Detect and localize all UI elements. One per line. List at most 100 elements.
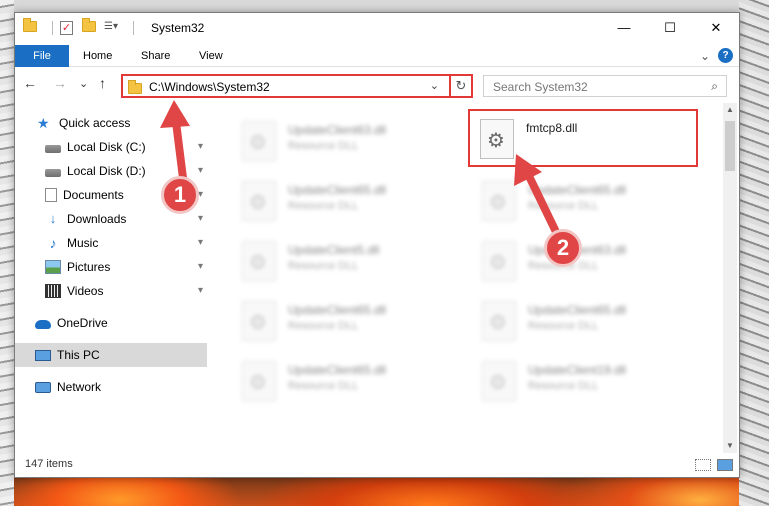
file-item[interactable]: UpdateClient65.dll Resource DLL — [472, 293, 702, 347]
minimize-button[interactable]: — — [601, 13, 647, 43]
file-item[interactable]: UpdateClient65.dll Resource DLL — [232, 353, 462, 407]
sidebar-item-label: Videos — [67, 284, 104, 298]
pin-icon: ▾ — [197, 285, 203, 296]
drive-icon — [45, 144, 61, 153]
ribbon-tabs: File Home Share View ⌄ ? — [15, 45, 739, 67]
scroll-down-icon[interactable]: ▼ — [723, 439, 737, 453]
onedrive-icon — [35, 320, 51, 329]
status-bar: 147 items — [15, 453, 739, 477]
expand-ribbon-icon[interactable]: ⌄ — [700, 49, 710, 63]
back-button[interactable]: ← — [23, 75, 37, 91]
file-type: Resource DLL — [288, 140, 359, 152]
computer-icon — [35, 349, 51, 361]
downloads-icon: ↓ — [49, 211, 57, 226]
address-bar[interactable]: C:\Windows\System32 ⌄ — [121, 74, 465, 98]
file-item[interactable]: UpdateClient65.dll Resource DLL — [232, 293, 462, 347]
pin-icon: ▾ — [197, 213, 203, 224]
file-name: UpdateClient5.dll — [288, 243, 380, 257]
folder-icon[interactable] — [23, 18, 39, 35]
pin-icon: ▾ — [197, 237, 203, 248]
pictures-icon — [45, 260, 61, 274]
up-button[interactable]: ↑ — [99, 75, 106, 91]
sidebar-item-network[interactable]: Network — [15, 375, 207, 399]
maximize-button[interactable]: ☐ — [647, 13, 693, 43]
file-item[interactable]: UpdateClient5.dll Resource DLL — [232, 233, 462, 287]
dll-file-icon — [242, 241, 276, 281]
tab-share[interactable]: Share — [129, 45, 182, 67]
file-item[interactable]: UpdateClient65.dll Resource DLL — [472, 173, 702, 227]
search-icon[interactable]: ⌕ — [711, 79, 718, 94]
sidebar-item-music[interactable]: ♪ Music ▾ — [15, 231, 207, 255]
title-bar: ✓ ☰▾ System32 — ☐ ✕ — [15, 13, 739, 43]
file-item-fmtcp8[interactable]: fmtcp8.dll — [468, 109, 698, 167]
sidebar-item-label: Pictures — [67, 260, 111, 274]
properties-icon[interactable]: ✓ — [60, 21, 76, 35]
tab-home[interactable]: Home — [71, 45, 124, 67]
file-type: Resource DLL — [288, 200, 359, 212]
sidebar-item-this-pc[interactable]: This PC — [15, 343, 207, 367]
file-explorer-window: ✓ ☰▾ System32 — ☐ ✕ File Home Share View… — [14, 12, 740, 478]
close-button[interactable]: ✕ — [693, 13, 739, 43]
vertical-scrollbar[interactable]: ▲ ▼ — [723, 103, 737, 453]
file-name: fmtcp8.dll — [526, 121, 578, 135]
forward-button[interactable]: → — [53, 75, 67, 91]
sidebar-item-quick-access[interactable]: ★ Quick access — [15, 111, 207, 135]
dll-file-icon — [482, 181, 516, 221]
file-name: UpdateClient65.dll — [528, 303, 627, 317]
file-name: UpdateClient65.dll — [288, 183, 387, 197]
file-item[interactable]: UpdateClient63.dll Resource DLL — [472, 233, 702, 287]
sidebar-item-local-disk-c[interactable]: Local Disk (C:) ▾ — [15, 135, 207, 159]
window-title: System32 — [151, 21, 205, 35]
file-name: UpdateClient65.dll — [288, 363, 387, 377]
step-1-badge: 1 — [161, 176, 199, 214]
recent-locations-button[interactable]: ⌄ — [79, 77, 88, 90]
file-type: Resource DLL — [288, 320, 359, 332]
dll-file-icon — [482, 361, 516, 401]
file-item[interactable]: UpdateClient19.dll Resource DLL — [472, 353, 702, 407]
help-icon[interactable]: ? — [718, 48, 733, 63]
file-list: UpdateClient63.dll Resource DLL fmtcp8.d… — [220, 103, 724, 461]
file-name: UpdateClient65.dll — [528, 183, 627, 197]
sidebar-item-pictures[interactable]: Pictures ▾ — [15, 255, 207, 279]
customize-toolbar-icon[interactable]: ☰▾ — [104, 21, 120, 35]
scroll-thumb[interactable] — [725, 121, 735, 171]
file-type: Resource DLL — [288, 260, 359, 272]
item-count: 147 items — [25, 458, 73, 470]
dll-file-icon — [242, 361, 276, 401]
new-folder-icon[interactable] — [82, 18, 98, 35]
scroll-up-icon[interactable]: ▲ — [723, 103, 737, 117]
file-name: UpdateClient19.dll — [528, 363, 627, 377]
dll-file-icon — [242, 181, 276, 221]
sidebar-item-label: Documents — [63, 188, 124, 202]
search-placeholder: Search System32 — [493, 80, 588, 94]
pin-icon: ▾ — [197, 261, 203, 272]
network-icon — [35, 381, 51, 393]
separator — [133, 21, 134, 35]
sidebar-item-label: Quick access — [59, 116, 131, 130]
tab-view[interactable]: View — [187, 45, 235, 67]
dll-file-icon — [482, 301, 516, 341]
sidebar-item-onedrive[interactable]: OneDrive — [15, 311, 207, 335]
sidebar-item-label: Local Disk (D:) — [67, 164, 146, 178]
file-type: Resource DLL — [288, 380, 359, 392]
step-2-badge: 2 — [544, 229, 582, 267]
large-icons-view-icon[interactable] — [717, 459, 733, 471]
sidebar-item-label: This PC — [57, 348, 100, 362]
details-view-icon[interactable] — [695, 459, 711, 471]
search-box[interactable]: Search System32 ⌕ — [483, 75, 727, 97]
file-item[interactable]: UpdateClient63.dll Resource DLL — [232, 113, 462, 167]
sidebar-item-label: Local Disk (C:) — [67, 140, 146, 154]
sidebar-item-videos[interactable]: Videos ▾ — [15, 279, 207, 303]
file-item[interactable]: UpdateClient65.dll Resource DLL — [232, 173, 462, 227]
separator — [52, 21, 53, 35]
address-path: C:\Windows\System32 — [149, 80, 270, 94]
drive-icon — [45, 168, 61, 177]
documents-icon — [45, 188, 57, 202]
file-type: Resource DLL — [528, 320, 599, 332]
address-dropdown-icon[interactable]: ⌄ — [430, 79, 439, 92]
refresh-button[interactable]: ↻ — [449, 74, 473, 98]
dll-file-icon — [242, 121, 276, 161]
navigation-pane: ★ Quick access Local Disk (C:) ▾ Local D… — [15, 111, 207, 451]
folder-icon — [128, 80, 142, 94]
tab-file[interactable]: File — [15, 45, 69, 67]
